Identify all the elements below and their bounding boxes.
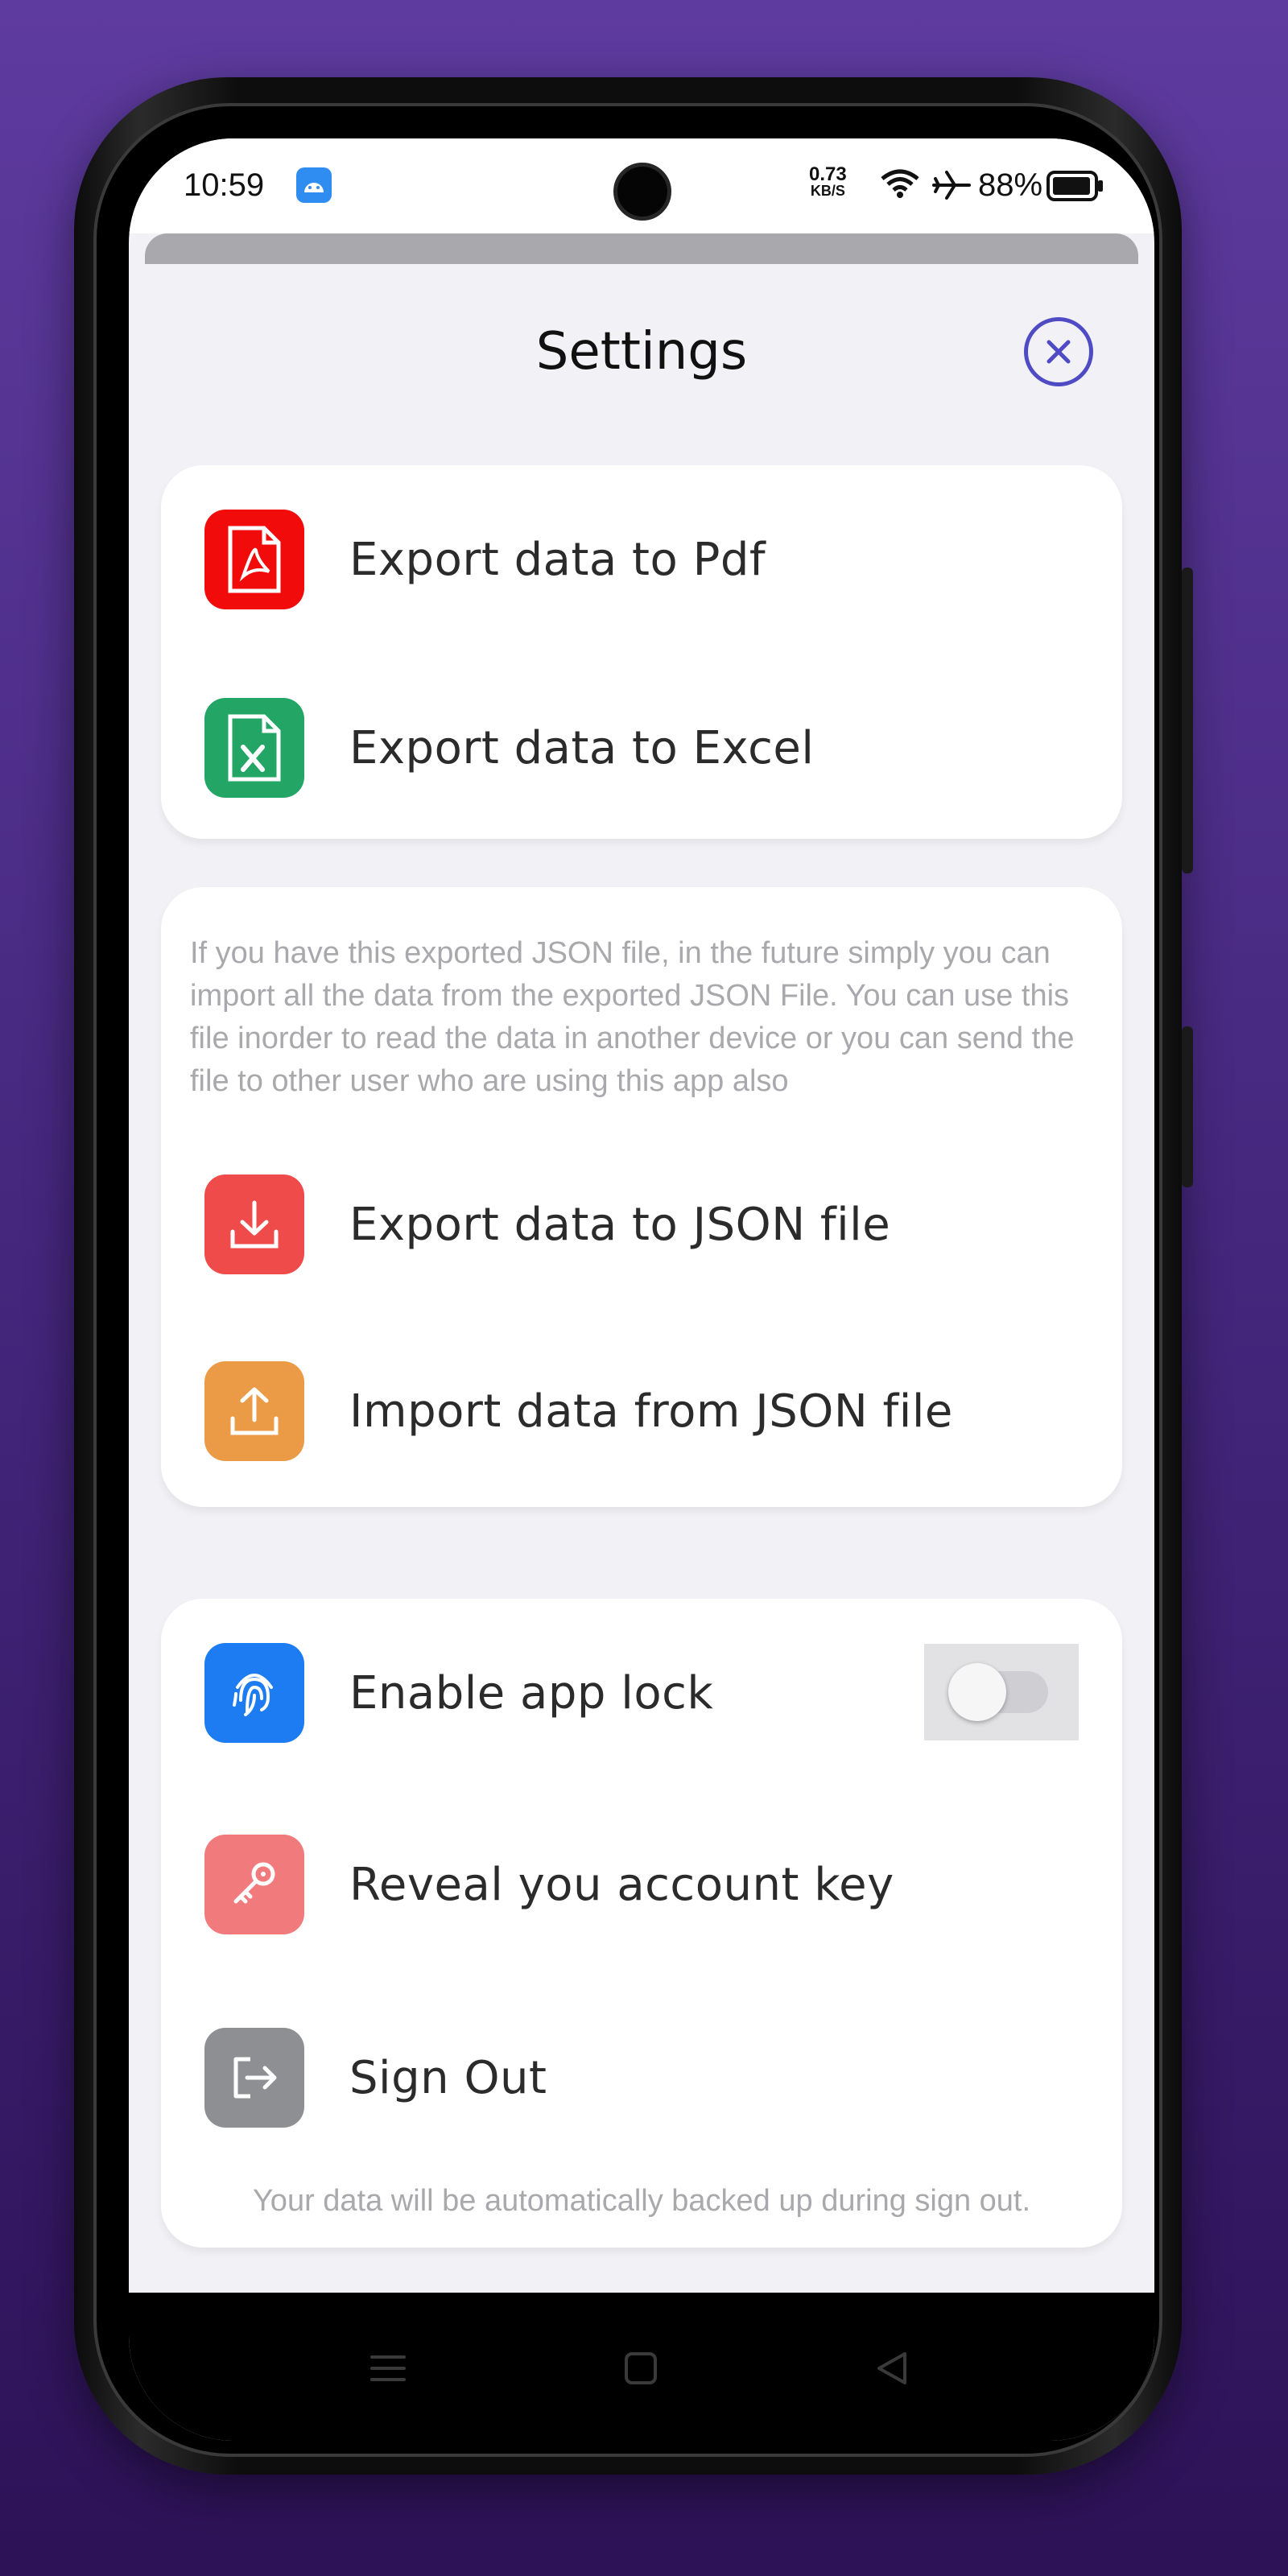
- battery-percentage: 88%: [978, 167, 1043, 203]
- settings-sheet: Settings Export data to Pdf Export data …: [129, 264, 1154, 2293]
- page-title: Settings: [535, 322, 748, 382]
- reveal-key-label: Reveal you account key: [349, 1858, 894, 1911]
- reveal-key-row[interactable]: Reveal you account key: [204, 1832, 1079, 1937]
- home-icon[interactable]: [621, 2349, 660, 2392]
- export-pdf-label: Export data to Pdf: [349, 533, 766, 586]
- network-speed: 0.73 KB/S: [809, 163, 847, 199]
- toggle-track: [948, 1663, 1048, 1721]
- backup-note: Your data will be automatically backed u…: [252, 2184, 1031, 2218]
- export-pdf-row[interactable]: Export data to Pdf: [204, 507, 1079, 612]
- toggle-knob: [948, 1663, 1006, 1721]
- close-icon: [1046, 340, 1071, 364]
- excel-icon: [204, 698, 304, 798]
- import-json-row[interactable]: Import data from JSON file: [204, 1359, 1079, 1463]
- power-button: [1182, 1026, 1193, 1187]
- account-card: Enable app lock Reveal you account key S…: [161, 1599, 1122, 2248]
- wifi-icon: [879, 167, 921, 208]
- app-lock-toggle[interactable]: [924, 1644, 1079, 1740]
- export-excel-label: Export data to Excel: [349, 721, 815, 774]
- front-camera: [613, 163, 671, 221]
- import-json-label: Import data from JSON file: [349, 1385, 953, 1438]
- menu-icon[interactable]: [369, 2349, 407, 2392]
- network-speed-unit: KB/S: [810, 183, 845, 199]
- android-app-icon: [296, 167, 332, 203]
- export-card: Export data to Pdf Export data to Excel: [161, 465, 1122, 839]
- status-time: 10:59: [184, 167, 265, 203]
- export-excel-row[interactable]: Export data to Excel: [204, 696, 1079, 800]
- app-lock-label: Enable app lock: [349, 1666, 714, 1719]
- sign-out-label: Sign Out: [349, 2051, 547, 2104]
- airplane-icon: [931, 167, 972, 211]
- upload-icon: [204, 1361, 304, 1461]
- pdf-icon: [204, 510, 304, 609]
- battery-icon: [1046, 171, 1104, 209]
- status-bar: 10:59 0.73 KB/S 88%: [129, 138, 1154, 233]
- back-icon[interactable]: [873, 2349, 911, 2392]
- network-speed-value: 0.73: [809, 163, 847, 185]
- close-button[interactable]: [1024, 317, 1093, 386]
- json-card: If you have this exported JSON file, in …: [161, 887, 1122, 1507]
- volume-button: [1182, 568, 1193, 873]
- fingerprint-icon: [204, 1643, 304, 1743]
- export-json-row[interactable]: Export data to JSON file: [204, 1172, 1079, 1277]
- sign-out-icon: [204, 2028, 304, 2128]
- export-json-label: Export data to JSON file: [349, 1198, 891, 1251]
- sign-out-row[interactable]: Sign Out: [204, 2025, 1079, 2130]
- download-icon: [204, 1174, 304, 1274]
- key-icon: [204, 1835, 304, 1934]
- system-nav-bar: [129, 2293, 1154, 2441]
- phone-screen: 10:59 0.73 KB/S 88% Settings Export data…: [129, 138, 1154, 2441]
- json-info-text: If you have this exported JSON file, in …: [190, 936, 1075, 1098]
